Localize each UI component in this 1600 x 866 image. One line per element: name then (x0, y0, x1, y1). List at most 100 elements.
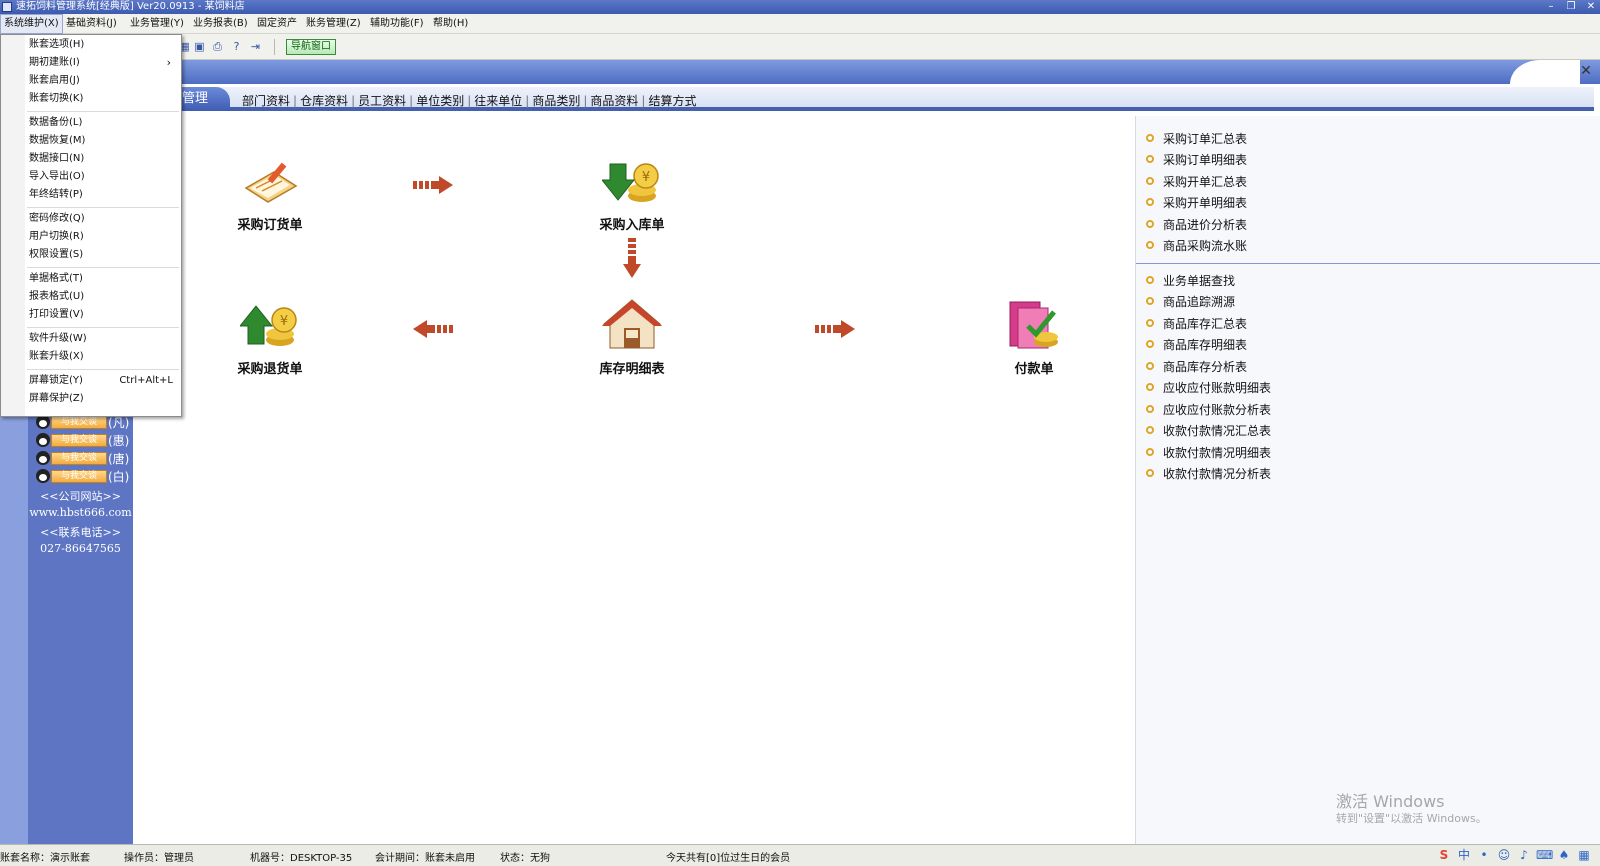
house-icon (602, 299, 662, 349)
report-link[interactable]: 商品进价分析表 (1146, 215, 1247, 233)
menu-item-backup[interactable]: 数据备份(L) (29, 114, 179, 132)
report-links-panel: 采购订单汇总表 采购订单明细表 采购开单汇总表 采购开单明细表 商品进价分析表 … (1135, 116, 1600, 844)
tab-product-category[interactable]: 商品类别 (530, 92, 582, 109)
app-icon (2, 2, 12, 12)
qq-penguin-icon (36, 451, 50, 465)
purchase-order-icon (244, 162, 298, 203)
menu-item-permissions[interactable]: 权限设置(S) (29, 246, 179, 264)
bullet-icon (1146, 134, 1154, 142)
exit-icon[interactable]: ⇥ (249, 40, 262, 53)
purchase-return-icon: ¥ (240, 305, 297, 346)
bullet-icon (1146, 177, 1154, 185)
menu-help[interactable]: 帮助(H) (430, 14, 471, 34)
qq-chat-button[interactable]: 与我交谈 (51, 451, 107, 465)
menu-item-year-end[interactable]: 年终结转(P) (29, 186, 179, 204)
menu-item-report-format[interactable]: 报表格式(U) (29, 288, 179, 306)
grid-menu-icon[interactable]: ▦ (1576, 847, 1592, 863)
menu-accounts[interactable]: 账务管理(Z) (303, 14, 364, 34)
tab-unit-category[interactable]: 单位类别 (414, 92, 466, 109)
report-link[interactable]: 商品库存汇总表 (1146, 314, 1247, 332)
report-link[interactable]: 商品采购流水账 (1146, 236, 1247, 254)
menu-item-print-settings[interactable]: 打印设置(V) (29, 306, 179, 324)
report-link[interactable]: 采购订单汇总表 (1146, 129, 1247, 147)
close-window-icon[interactable]: ✕ (1582, 0, 1600, 14)
menu-item-data-interface[interactable]: 数据接口(N) (29, 150, 179, 168)
menu-tools[interactable]: 辅助功能(F) (367, 14, 427, 34)
purchase-in-label: 采购入库单 (599, 218, 665, 233)
payment-node[interactable]: 付款单 (979, 298, 1089, 377)
tab-product[interactable]: 商品资料 (588, 92, 640, 109)
toolbar-separator (274, 39, 275, 55)
menu-business[interactable]: 业务管理(Y) (127, 14, 187, 34)
qq-chat-button[interactable]: 与我交谈 (51, 469, 107, 483)
help-icon[interactable]: ? (230, 40, 243, 53)
menu-item-user-switch[interactable]: 用户切换(R) (29, 228, 179, 246)
report-link[interactable]: 采购订单明细表 (1146, 150, 1247, 168)
ime-mode-icon[interactable]: 中 (1456, 847, 1472, 863)
menu-separator (27, 327, 179, 328)
status-account: 账套名称：演示账套 (0, 853, 90, 864)
tab-department[interactable]: 部门资料 (240, 92, 292, 109)
punctuation-icon[interactable]: • (1476, 847, 1492, 863)
purchase-order-node[interactable]: 采购订货单 (215, 158, 325, 233)
shirt-icon[interactable]: ♠ (1556, 847, 1572, 863)
menu-item-account-enable[interactable]: 账套启用(J) (29, 72, 179, 90)
sogou-ime-icon[interactable]: S (1436, 847, 1452, 863)
phone-number: 027-86647565 (40, 542, 121, 555)
restore-icon[interactable]: ❐ (1562, 0, 1580, 14)
emoji-icon[interactable]: ☺ (1496, 847, 1512, 863)
menu-system[interactable]: 系统维护(X) (0, 14, 63, 34)
menu-item-account-upgrade[interactable]: 账套升级(X) (29, 348, 179, 366)
report-link[interactable]: 收款付款情况明细表 (1146, 443, 1271, 461)
purchase-in-node[interactable]: ¥ 采购入库单 (577, 158, 687, 233)
minimize-icon[interactable]: – (1542, 0, 1560, 14)
report-link[interactable]: 应收应付账款明细表 (1146, 378, 1271, 396)
menu-item-screensaver[interactable]: 屏幕保护(Z) (29, 390, 179, 408)
website-link[interactable]: www.hbst666.com (28, 506, 133, 519)
menu-item-account-switch[interactable]: 账套切换(K) (29, 90, 179, 108)
report-link[interactable]: 应收应付账款分析表 (1146, 400, 1271, 418)
menu-item-import-export[interactable]: 导入导出(O) (29, 168, 179, 186)
menu-item-account-options[interactable]: 账套选项(H) (29, 36, 179, 54)
menu-item-opening-setup[interactable]: 期初建账(I) › (29, 54, 179, 72)
category-active-tab[interactable]: 管理 (178, 87, 230, 111)
qq-chat-button[interactable]: 与我交谈 (51, 433, 107, 447)
report-link[interactable]: 采购开单明细表 (1146, 193, 1247, 211)
report-link[interactable]: 收款付款情况汇总表 (1146, 421, 1271, 439)
tab-employee[interactable]: 员工资料 (356, 92, 408, 109)
report-link[interactable]: 商品库存明细表 (1146, 335, 1247, 353)
microphone-icon[interactable]: ♪ (1516, 847, 1532, 863)
menu-item-restore[interactable]: 数据恢复(M) (29, 132, 179, 150)
menu-separator (27, 369, 179, 370)
menu-reports[interactable]: 业务报表(B) (190, 14, 251, 34)
close-document-icon[interactable]: ✕ (1578, 63, 1594, 79)
report-link[interactable]: 收款付款情况分析表 (1146, 464, 1271, 482)
menu-item-document-format[interactable]: 单据格式(T) (29, 270, 179, 288)
menu-basic-data[interactable]: 基础资料(J) (63, 14, 120, 34)
bullet-icon (1146, 469, 1154, 477)
document-header: ✕ (0, 60, 1600, 84)
nav-window-button[interactable]: 导航窗口 (286, 39, 336, 55)
shortcut-label: Ctrl+Alt+L (119, 375, 173, 386)
qq-contact[interactable]: 与我交谈 (惠) (36, 432, 129, 448)
save-icon[interactable]: ▣ (193, 40, 206, 53)
report-link[interactable]: 商品追踪溯源 (1146, 292, 1235, 310)
report-link[interactable]: 采购开单汇总表 (1146, 172, 1247, 190)
menu-item-software-upgrade[interactable]: 软件升级(W) (29, 330, 179, 348)
report-link[interactable]: 业务单据查找 (1146, 271, 1235, 289)
menu-fixed-assets[interactable]: 固定资产 (254, 14, 300, 34)
qq-contact[interactable]: 与我交谈 (白) (36, 468, 129, 484)
tab-settlement[interactable]: 结算方式 (646, 92, 698, 109)
tab-partners[interactable]: 往来单位 (472, 92, 524, 109)
keyboard-icon[interactable]: ⌨ (1536, 847, 1553, 863)
print-icon[interactable]: ⎙ (211, 40, 224, 53)
qq-chat-button[interactable]: 与我交谈 (51, 415, 107, 429)
purchase-return-node[interactable]: ¥ 采购退货单 (215, 302, 325, 377)
menu-item-password[interactable]: 密码修改(Q) (29, 210, 179, 228)
menu-item-screen-lock[interactable]: 屏幕锁定(Y) Ctrl+Alt+L (29, 372, 179, 390)
tab-warehouse[interactable]: 仓库资料 (298, 92, 350, 109)
report-link[interactable]: 商品库存分析表 (1146, 357, 1247, 375)
bullet-icon (1146, 448, 1154, 456)
qq-contact[interactable]: 与我交谈 (唐) (36, 450, 129, 466)
stock-detail-node[interactable]: 库存明细表 (577, 298, 687, 377)
